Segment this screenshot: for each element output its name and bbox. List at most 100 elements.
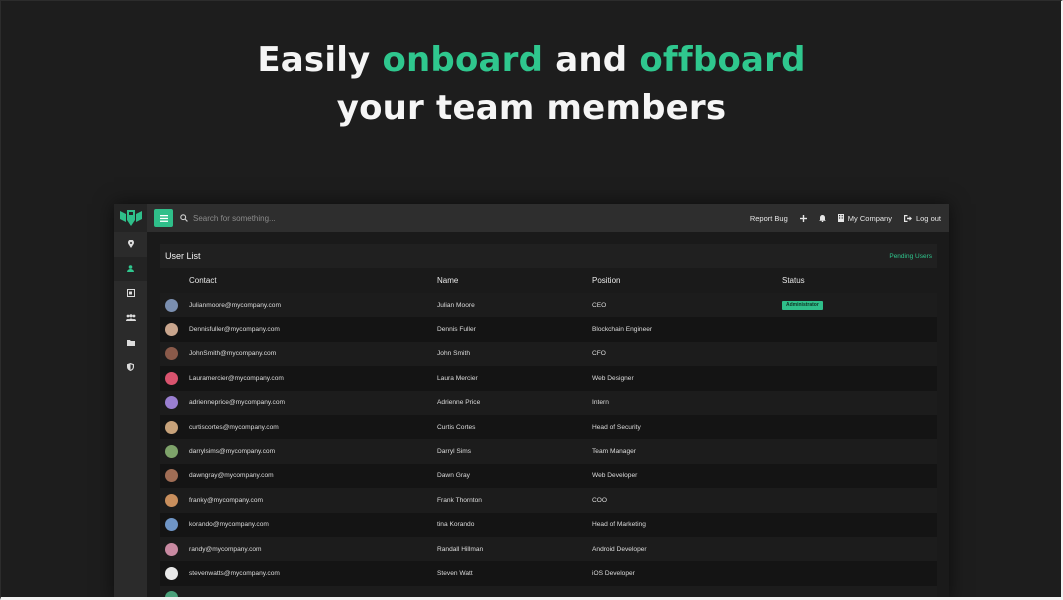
- pending-users-link[interactable]: Pending Users: [889, 253, 932, 260]
- header-contact[interactable]: Contact: [189, 268, 437, 293]
- contact-cell: randy@mycompany.com: [189, 537, 437, 561]
- add-button[interactable]: [800, 215, 807, 222]
- status-cell: [782, 391, 937, 415]
- table-row[interactable]: Dennisfuller@mycompany.comDennis FullerB…: [160, 317, 937, 341]
- company-name: My Company: [848, 214, 892, 223]
- name-cell: Frank Thornton: [437, 488, 592, 512]
- hero-text-easily: Easily: [257, 40, 382, 80]
- avatar[interactable]: [165, 469, 178, 482]
- user-list-panel: User List Pending Users Contact Name Pos…: [160, 244, 937, 600]
- header-status[interactable]: Status: [782, 268, 937, 293]
- header-avatar: [160, 268, 189, 293]
- header-name[interactable]: Name: [437, 268, 592, 293]
- search-input[interactable]: [193, 214, 393, 223]
- avatar[interactable]: [165, 567, 178, 580]
- table-row[interactable]: [160, 586, 937, 600]
- hero-text-and: and: [543, 40, 639, 80]
- name-cell: Steven Watt: [437, 561, 592, 585]
- logout-button[interactable]: Log out: [904, 214, 941, 223]
- search-icon: [180, 214, 188, 222]
- contact-cell: [189, 586, 437, 600]
- contact-cell: adrienneprice@mycompany.com: [189, 391, 437, 415]
- hero-line-2: your team members: [0, 84, 1063, 132]
- table-row[interactable]: adrienneprice@mycompany.comAdrienne Pric…: [160, 391, 937, 415]
- status-cell: [782, 513, 937, 537]
- table-row[interactable]: JohnSmith@mycompany.comJohn SmithCFO: [160, 342, 937, 366]
- status-cell: [782, 342, 937, 366]
- avatar[interactable]: [165, 518, 178, 531]
- sidebar-item-teams[interactable]: [114, 306, 147, 331]
- hero-line-1: Easily onboard and offboard: [0, 36, 1063, 84]
- app-window: Report Bug: [114, 204, 949, 600]
- avatar-cell: [160, 464, 189, 488]
- status-badge: Administrator: [782, 301, 823, 310]
- avatar[interactable]: [165, 323, 178, 336]
- name-cell: Julian Moore: [437, 293, 592, 317]
- name-cell: Randall Hillman: [437, 537, 592, 561]
- name-cell: Curtis Cortes: [437, 415, 592, 439]
- status-cell: [782, 586, 937, 600]
- panel-title: User List: [165, 251, 201, 261]
- sidebar-item-users[interactable]: [114, 257, 147, 282]
- name-cell: Darryl Sims: [437, 439, 592, 463]
- users-icon: [126, 314, 136, 321]
- avatar[interactable]: [165, 396, 178, 409]
- table-row[interactable]: korando@mycompany.comtina KorandoHead of…: [160, 513, 937, 537]
- position-cell: Intern: [592, 391, 782, 415]
- header-position[interactable]: Position: [592, 268, 782, 293]
- status-cell: [782, 317, 937, 341]
- table-row[interactable]: randy@mycompany.comRandall HillmanAndroi…: [160, 537, 937, 561]
- avatar[interactable]: [165, 347, 178, 360]
- sidebar-item-files[interactable]: [114, 330, 147, 355]
- name-cell: Laura Mercier: [437, 366, 592, 390]
- company-menu[interactable]: My Company: [838, 214, 892, 223]
- hero-accent-onboard: onboard: [382, 40, 543, 80]
- name-cell: Dawn Gray: [437, 464, 592, 488]
- table-row[interactable]: dawngray@mycompany.comDawn GrayWeb Devel…: [160, 464, 937, 488]
- avatar[interactable]: [165, 445, 178, 458]
- notifications-button[interactable]: [819, 214, 826, 222]
- sidebar-item-locations[interactable]: [114, 232, 147, 257]
- sidebar-item-identity[interactable]: [114, 281, 147, 306]
- hero-accent-offboard: offboard: [639, 40, 805, 80]
- menu-toggle-button[interactable]: [154, 209, 173, 227]
- report-bug-link[interactable]: Report Bug: [750, 214, 788, 223]
- bell-icon: [819, 214, 826, 222]
- contact-cell: dawngray@mycompany.com: [189, 464, 437, 488]
- logout-icon: [904, 215, 912, 222]
- table-row[interactable]: darrylsims@mycompany.comDarryl SimsTeam …: [160, 439, 937, 463]
- logo[interactable]: [114, 204, 147, 232]
- hamburger-icon: [160, 215, 168, 222]
- status-cell: [782, 439, 937, 463]
- avatar-cell: [160, 415, 189, 439]
- avatar-cell: [160, 366, 189, 390]
- avatar[interactable]: [165, 591, 178, 600]
- top-bar: Report Bug: [114, 204, 949, 232]
- name-cell: Adrienne Price: [437, 391, 592, 415]
- avatar-cell: [160, 439, 189, 463]
- table-row[interactable]: franky@mycompany.comFrank ThorntonCOO: [160, 488, 937, 512]
- contact-cell: Dennisfuller@mycompany.com: [189, 317, 437, 341]
- avatar[interactable]: [165, 421, 178, 434]
- status-cell: [782, 366, 937, 390]
- status-cell: [782, 561, 937, 585]
- avatar-cell: [160, 342, 189, 366]
- avatar[interactable]: [165, 299, 178, 312]
- table-header-row: Contact Name Position Status: [160, 268, 937, 293]
- avatar[interactable]: [165, 494, 178, 507]
- user-icon: [127, 265, 134, 272]
- status-cell: [782, 464, 937, 488]
- avatar[interactable]: [165, 372, 178, 385]
- avatar-cell: [160, 317, 189, 341]
- position-cell: CEO: [592, 293, 782, 317]
- position-cell: Blockchain Engineer: [592, 317, 782, 341]
- contact-cell: korando@mycompany.com: [189, 513, 437, 537]
- sidebar: [114, 232, 147, 600]
- name-cell: tina Korando: [437, 513, 592, 537]
- table-row[interactable]: Lauramercier@mycompany.comLaura MercierW…: [160, 366, 937, 390]
- sidebar-item-security[interactable]: [114, 355, 147, 380]
- avatar[interactable]: [165, 543, 178, 556]
- table-row[interactable]: stevenwatts@mycompany.comSteven WattiOS …: [160, 561, 937, 585]
- table-row[interactable]: curtiscortes@mycompany.comCurtis CortesH…: [160, 415, 937, 439]
- table-row[interactable]: Julianmoore@mycompany.comJulian MooreCEO…: [160, 293, 937, 317]
